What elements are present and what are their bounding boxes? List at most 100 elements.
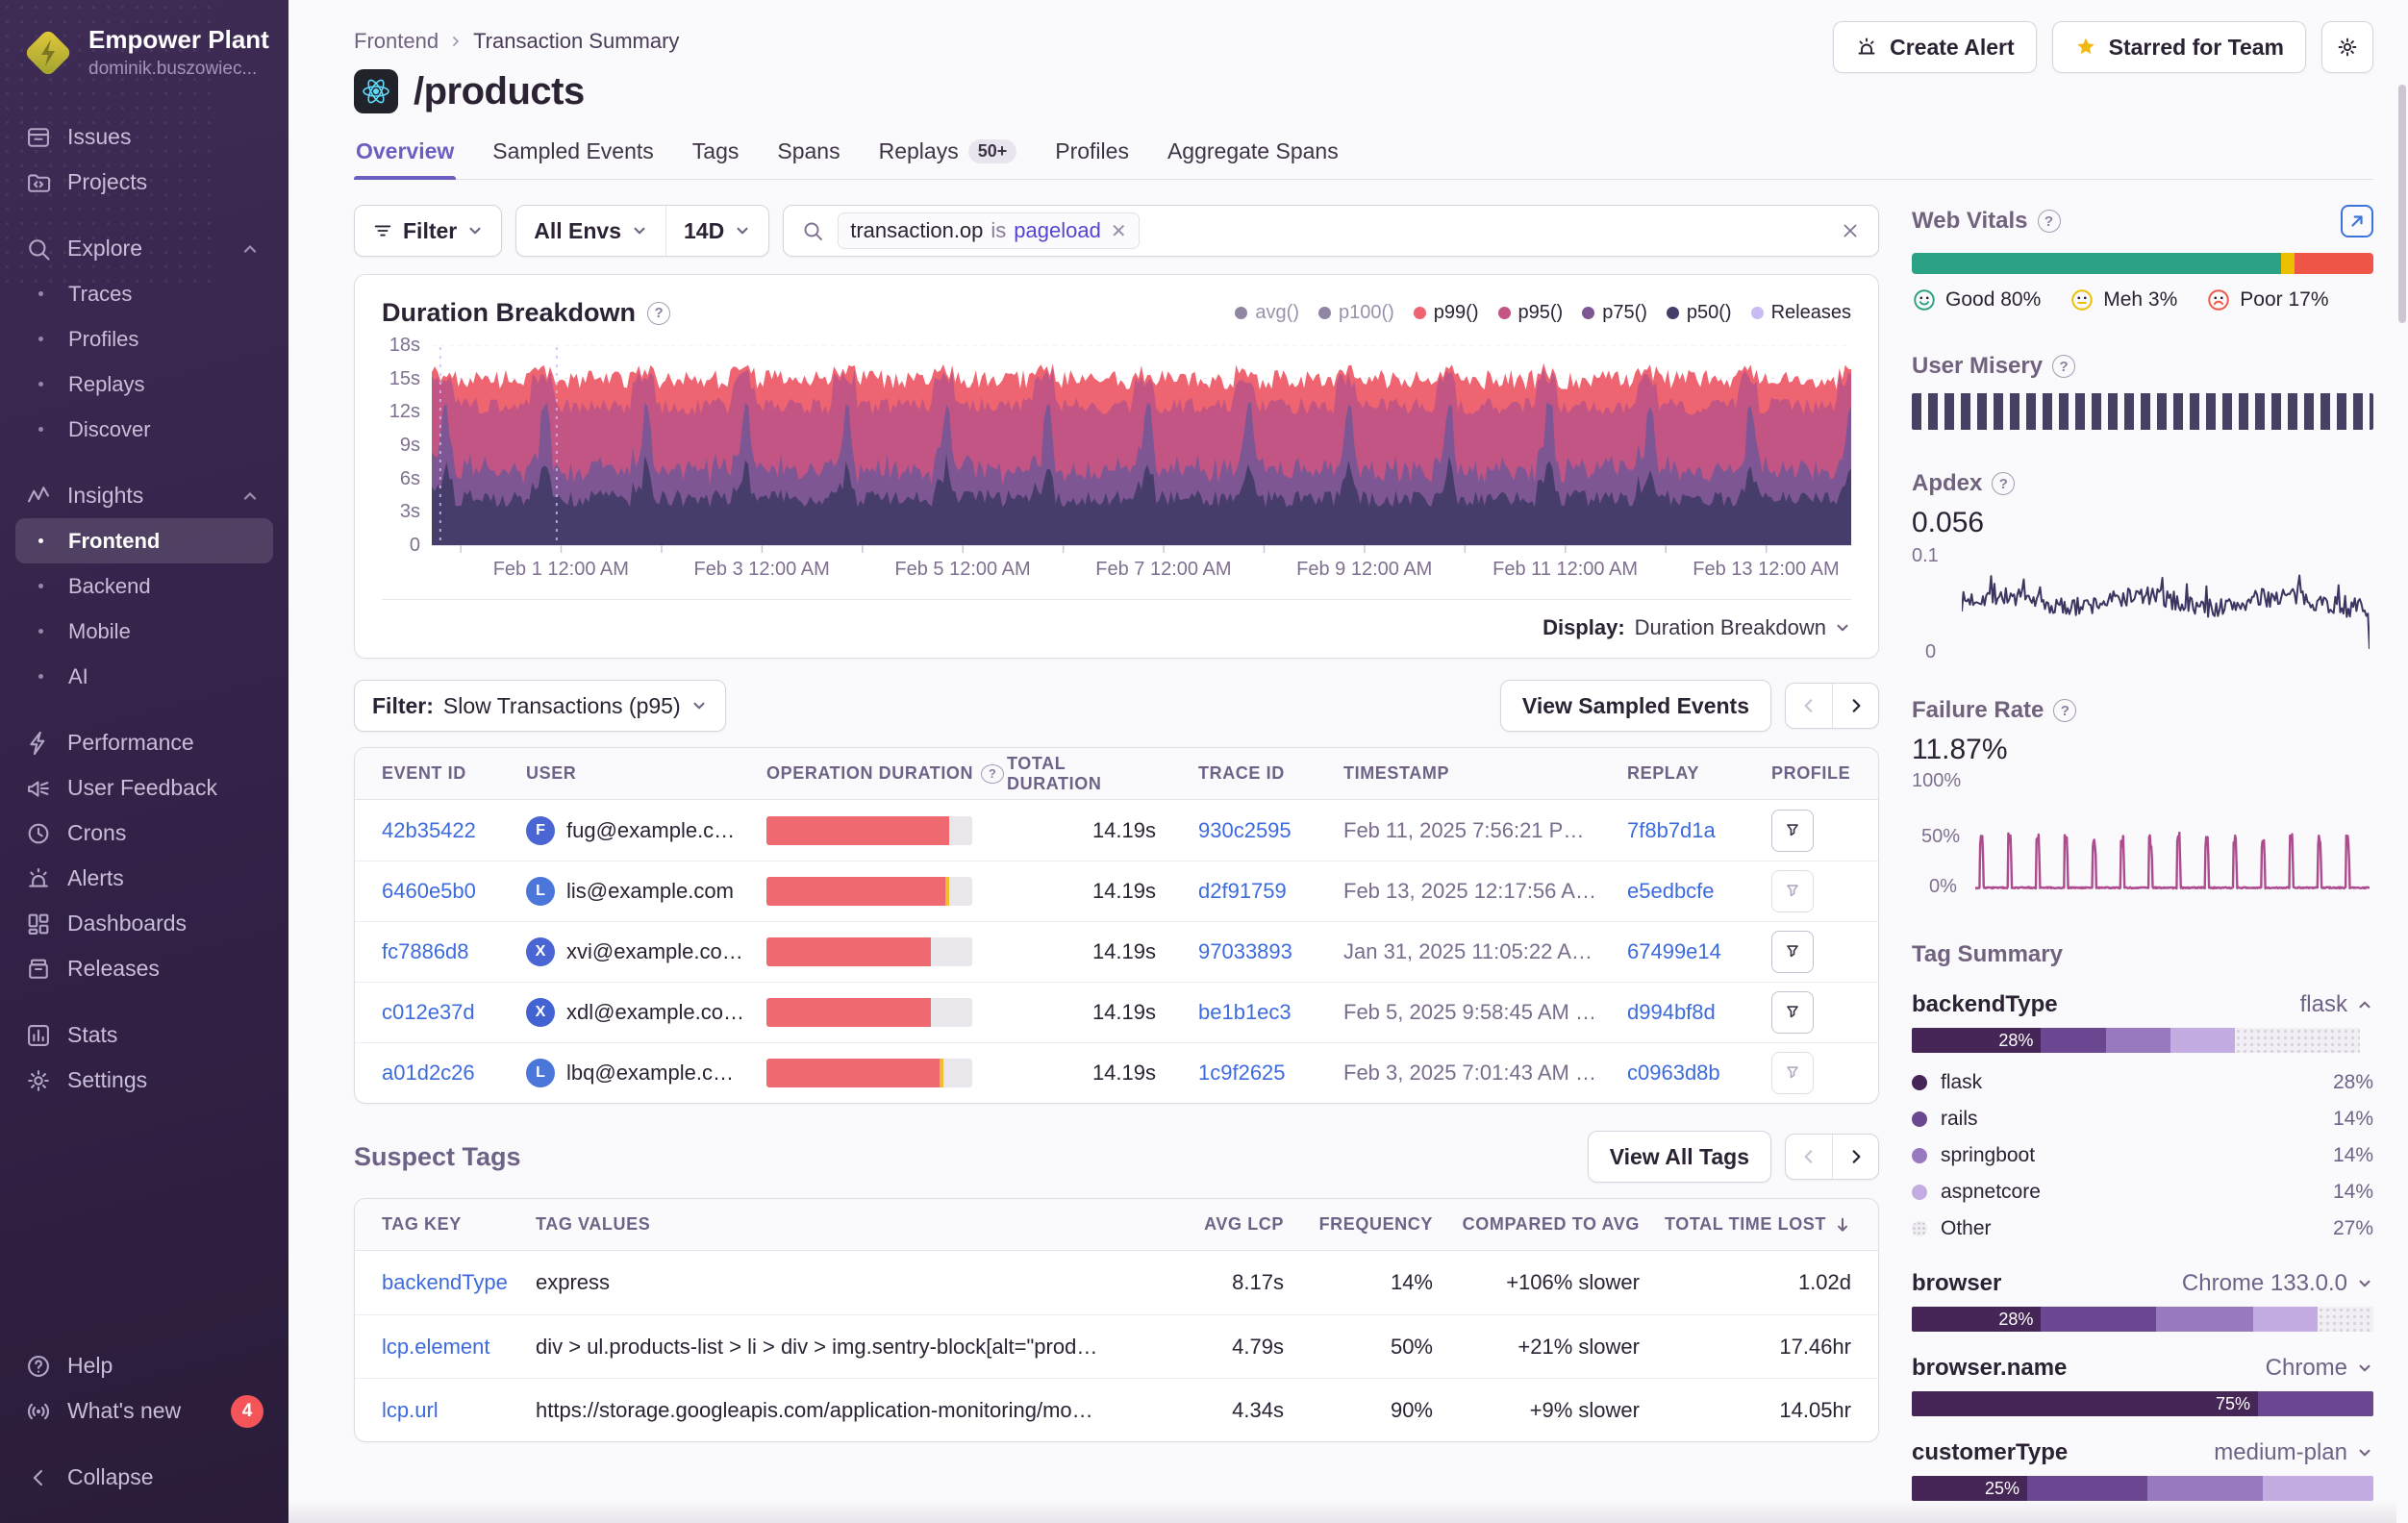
sidebar-item-crons[interactable]: Crons <box>15 811 273 856</box>
legend-item-avg[interactable]: avg() <box>1235 302 1299 324</box>
profile-button[interactable] <box>1771 870 1814 912</box>
search-input[interactable]: transaction.op is pageload ✕ <box>783 205 1879 257</box>
tab-replays[interactable]: Replays50+ <box>877 138 1019 179</box>
profile-button[interactable] <box>1771 810 1814 852</box>
date-range-selector[interactable]: 14D <box>665 206 768 256</box>
profile-button[interactable] <box>1771 1052 1814 1094</box>
tag-legend-item[interactable]: springboot14% <box>1912 1137 2373 1174</box>
column-header-operation-duration[interactable]: OPERATION DURATION? <box>766 763 1007 784</box>
column-header-avg-lcp[interactable]: AVG LCP <box>1125 1214 1284 1235</box>
column-header-compared-to-avg[interactable]: COMPARED TO AVG <box>1433 1214 1640 1235</box>
open-web-vitals-button[interactable] <box>2341 205 2373 237</box>
tag-key-link[interactable]: backendType <box>382 1270 536 1295</box>
help-icon[interactable]: ? <box>1992 472 2015 495</box>
sidebar-item-insights[interactable]: Insights <box>15 473 273 518</box>
trace-id-link[interactable]: be1b1ec3 <box>1156 1000 1343 1025</box>
sidebar-item-dashboards[interactable]: Dashboards <box>15 901 273 946</box>
event-id-link[interactable]: fc7886d8 <box>382 939 526 964</box>
replay-id-link[interactable]: c0963d8b <box>1627 1061 1771 1086</box>
tag-section-value-dropdown[interactable]: Chrome 133.0.0 <box>2182 1270 2373 1297</box>
sidebar-item-projects[interactable]: Projects <box>15 160 273 205</box>
trace-id-link[interactable]: 930c2595 <box>1156 818 1343 843</box>
column-header-frequency[interactable]: FREQUENCY <box>1284 1214 1433 1235</box>
legend-item-p99[interactable]: p99() <box>1414 302 1479 324</box>
sidebar-item-alerts[interactable]: Alerts <box>15 856 273 901</box>
profile-button[interactable] <box>1771 931 1814 973</box>
environment-selector[interactable]: All Envs <box>516 206 665 256</box>
sidebar-item-replays[interactable]: Replays <box>15 362 273 407</box>
tag-legend-item[interactable]: flask28% <box>1912 1064 2373 1101</box>
help-icon[interactable]: ? <box>2052 355 2075 378</box>
profile-button[interactable] <box>1771 991 1814 1034</box>
event-id-link[interactable]: a01d2c26 <box>382 1061 526 1086</box>
column-header-timestamp[interactable]: TIMESTAMP <box>1343 763 1627 784</box>
tab-tags[interactable]: Tags <box>690 138 741 179</box>
token-remove-icon[interactable]: ✕ <box>1111 219 1127 243</box>
replay-id-link[interactable]: e5edbcfe <box>1627 879 1771 904</box>
filter-dropdown[interactable]: Filter <box>354 205 502 257</box>
column-header-total-time-lost[interactable]: TOTAL TIME LOST <box>1640 1214 1851 1235</box>
event-id-link[interactable]: 6460e5b0 <box>382 879 526 904</box>
event-id-link[interactable]: c012e37d <box>382 1000 526 1025</box>
tab-sampled-events[interactable]: Sampled Events <box>490 138 655 179</box>
trace-id-link[interactable]: 97033893 <box>1156 939 1343 964</box>
next-page-button[interactable] <box>1832 684 1878 728</box>
column-header-user[interactable]: USER <box>526 763 766 784</box>
sidebar-item-mobile[interactable]: Mobile <box>15 609 273 654</box>
search-token[interactable]: transaction.op is pageload ✕ <box>838 212 1139 249</box>
column-header-profile[interactable]: PROFILE <box>1771 763 1851 784</box>
legend-item-p50[interactable]: p50() <box>1667 302 1732 324</box>
search-clear-icon[interactable] <box>1840 220 1861 241</box>
tag-key-link[interactable]: lcp.element <box>382 1335 536 1360</box>
sidebar-item-discover[interactable]: Discover <box>15 407 273 452</box>
previous-page-button[interactable] <box>1786 684 1832 728</box>
tag-legend-item[interactable]: aspnetcore14% <box>1912 1174 2373 1211</box>
view-sampled-events-button[interactable]: View Sampled Events <box>1500 680 1771 732</box>
org-switcher[interactable]: Empower Plant dominik.buszowiec... <box>15 21 273 84</box>
view-all-tags-button[interactable]: View All Tags <box>1588 1131 1771 1183</box>
tag-legend-item[interactable]: Other27% <box>1912 1211 2373 1247</box>
sidebar-item-backend[interactable]: Backend <box>15 563 273 609</box>
replay-id-link[interactable]: d994bf8d <box>1627 1000 1771 1025</box>
trace-id-link[interactable]: 1c9f2625 <box>1156 1061 1343 1086</box>
column-header-total-duration[interactable]: TOTAL DURATION <box>1007 754 1156 794</box>
transaction-filter-dropdown[interactable]: Filter: Slow Transactions (p95) <box>354 680 726 732</box>
legend-item-releases[interactable]: Releases <box>1751 302 1851 324</box>
tab-aggregate-spans[interactable]: Aggregate Spans <box>1166 138 1341 179</box>
tab-profiles[interactable]: Profiles <box>1053 138 1131 179</box>
column-header-trace-id[interactable]: TRACE ID <box>1156 763 1343 784</box>
legend-item-p75[interactable]: p75() <box>1582 302 1647 324</box>
create-alert-button[interactable]: Create Alert <box>1833 21 2037 73</box>
transaction-settings-button[interactable] <box>2321 21 2373 73</box>
page-scrollbar[interactable] <box>2398 0 2406 1523</box>
previous-page-button[interactable] <box>1786 1135 1832 1179</box>
sidebar-item-settings[interactable]: Settings <box>15 1058 273 1103</box>
column-header-tag-values[interactable]: TAG VALUES <box>536 1214 1125 1235</box>
sidebar-item-stats[interactable]: Stats <box>15 1012 273 1058</box>
tag-key-link[interactable]: lcp.url <box>382 1398 536 1423</box>
tag-section-value-dropdown[interactable]: Chrome <box>2266 1355 2373 1382</box>
sidebar-item-issues[interactable]: Issues <box>15 114 273 160</box>
column-header-replay[interactable]: REPLAY <box>1627 763 1771 784</box>
tab-overview[interactable]: Overview <box>354 138 456 179</box>
help-icon[interactable]: ? <box>2038 210 2061 233</box>
legend-item-p95[interactable]: p95() <box>1498 302 1564 324</box>
help-icon[interactable]: ? <box>647 302 670 325</box>
sidebar-item-explore[interactable]: Explore <box>15 226 273 271</box>
tab-spans[interactable]: Spans <box>775 138 841 179</box>
trace-id-link[interactable]: d2f91759 <box>1156 879 1343 904</box>
sidebar-item-releases[interactable]: Releases <box>15 946 273 991</box>
sidebar-item-profiles[interactable]: Profiles <box>15 316 273 362</box>
sidebar-item-ai[interactable]: AI <box>15 654 273 699</box>
breadcrumb-parent[interactable]: Frontend <box>354 29 439 54</box>
sidebar-item-collapse[interactable]: Collapse <box>15 1455 273 1500</box>
sidebar-item-frontend[interactable]: Frontend <box>15 518 273 563</box>
replay-id-link[interactable]: 7f8b7d1a <box>1627 818 1771 843</box>
display-selector[interactable]: Duration Breakdown <box>1635 615 1851 640</box>
sidebar-item-user-feedback[interactable]: User Feedback <box>15 765 273 811</box>
legend-item-p100[interactable]: p100() <box>1318 302 1394 324</box>
event-id-link[interactable]: 42b35422 <box>382 818 526 843</box>
help-icon[interactable]: ? <box>981 764 1004 784</box>
sidebar-item-help[interactable]: Help <box>15 1343 273 1388</box>
help-icon[interactable]: ? <box>2053 699 2076 722</box>
